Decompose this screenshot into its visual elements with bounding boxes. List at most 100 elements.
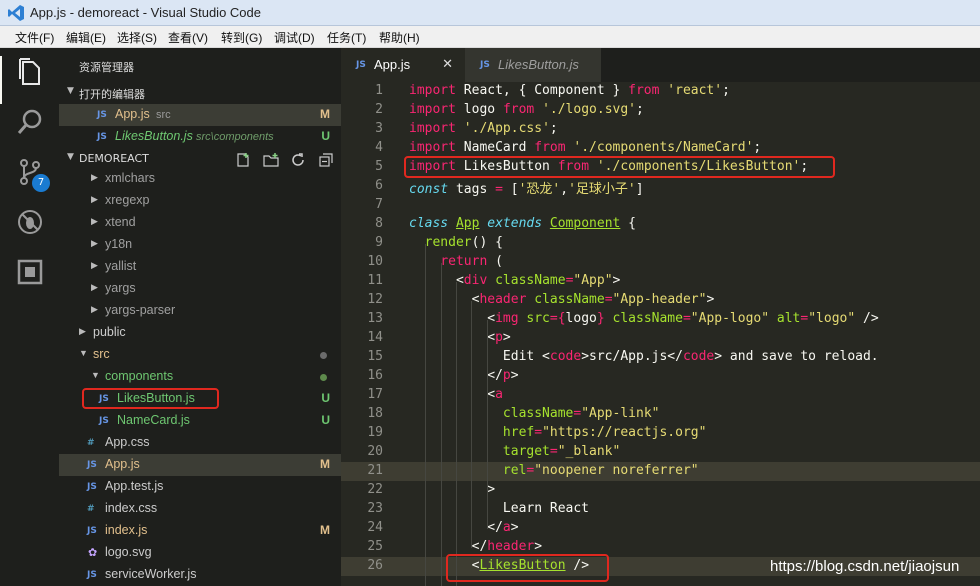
code-token: className bbox=[534, 292, 605, 307]
code-token: = bbox=[534, 425, 543, 440]
code-line[interactable]: 15 Edit <code>src/App.js</code> and save… bbox=[341, 348, 980, 367]
code-line[interactable]: 22 > bbox=[341, 481, 980, 500]
code-token: > bbox=[502, 330, 511, 345]
code-token: './components/NameCard' bbox=[573, 140, 754, 155]
line-number: 20 bbox=[367, 444, 383, 459]
code-text: class App extends Component { bbox=[409, 216, 636, 231]
menu-selection[interactable]: 选择(S) bbox=[117, 29, 157, 46]
code-line[interactable]: 12 <header className="App-header"> bbox=[341, 291, 980, 310]
code-line[interactable]: 17 <a bbox=[341, 386, 980, 405]
git-status-modified: M bbox=[320, 457, 330, 471]
code-token: ; bbox=[636, 102, 644, 117]
code-line[interactable]: 14 <p> bbox=[341, 329, 980, 348]
code-line[interactable]: 23 Learn React bbox=[341, 500, 980, 519]
open-editor-item[interactable]: JS LikesButton.js src\components U bbox=[59, 126, 341, 148]
close-icon[interactable]: ✕ bbox=[442, 56, 453, 72]
tree-item-folder[interactable]: ▶ yargs bbox=[59, 278, 341, 300]
menu-edit[interactable]: 编辑(E) bbox=[66, 29, 106, 46]
code-token: ; bbox=[722, 83, 730, 98]
code-token: ] bbox=[635, 182, 644, 197]
menu-file[interactable]: 文件(F) bbox=[15, 29, 54, 46]
refresh-icon[interactable] bbox=[290, 152, 306, 168]
code-token: extends bbox=[487, 216, 543, 231]
menu-tasks[interactable]: 任务(T) bbox=[327, 29, 366, 46]
code-line[interactable]: 16 </p> bbox=[341, 367, 980, 386]
js-file-icon: JS bbox=[356, 60, 366, 70]
code-line[interactable]: 8 class App extends Component { bbox=[341, 215, 980, 234]
code-line[interactable]: 20 target="_blank" bbox=[341, 443, 980, 462]
code-line[interactable]: 25 </header> bbox=[341, 538, 980, 557]
debug-icon[interactable] bbox=[14, 206, 46, 238]
code-line[interactable]: 9 render() { bbox=[341, 234, 980, 253]
tab-app-js[interactable]: JS App.js ✕ bbox=[341, 48, 465, 82]
code-line[interactable]: 1 import React, { Component } from 'react… bbox=[341, 82, 980, 101]
menu-go[interactable]: 转到(G) bbox=[221, 29, 262, 46]
code-token: > bbox=[706, 292, 715, 307]
git-status-untracked: U bbox=[321, 391, 330, 405]
tree-item-file[interactable]: # index.css bbox=[59, 498, 341, 520]
code-token: Learn React bbox=[409, 501, 590, 516]
collapse-all-icon[interactable] bbox=[318, 152, 334, 168]
code-line[interactable]: 2 import logo from './logo.svg'; bbox=[341, 101, 980, 120]
code-line[interactable]: 3 import './App.css'; bbox=[341, 120, 980, 139]
highlight-box bbox=[446, 554, 609, 582]
code-line[interactable]: 11 <div className="App"> bbox=[341, 272, 980, 291]
line-number: 15 bbox=[367, 349, 383, 364]
code-text: import React, { Component } from 'react'… bbox=[409, 83, 730, 98]
tree-item-file[interactable]: JS App.js M bbox=[59, 454, 341, 476]
code-line[interactable]: 10 return ( bbox=[341, 253, 980, 272]
code-token: Component bbox=[549, 216, 621, 231]
menu-view[interactable]: 查看(V) bbox=[168, 29, 208, 46]
tree-item-folder-public[interactable]: ▶ public bbox=[59, 322, 341, 344]
tree-item-folder[interactable]: ▶ yargs-parser bbox=[59, 300, 341, 322]
code-token: NameCard bbox=[455, 140, 535, 155]
code-line[interactable]: 24 </a> bbox=[341, 519, 980, 538]
code-text: import NameCard from './components/NameC… bbox=[409, 140, 761, 155]
menu-debug[interactable]: 调试(D) bbox=[274, 29, 315, 46]
tree-item-folder[interactable]: ▶ xmlchars bbox=[59, 168, 341, 190]
open-editors-label: 打开的编辑器 bbox=[79, 88, 145, 101]
code-line[interactable]: 6 const tags = ['恐龙','足球小子'] bbox=[341, 177, 980, 197]
extensions-icon[interactable] bbox=[14, 256, 46, 288]
tree-item-folder[interactable]: ▶ xregexp bbox=[59, 190, 341, 212]
tree-item-folder-components[interactable]: ▼ components bbox=[59, 366, 341, 388]
indent-guide bbox=[471, 301, 472, 548]
open-editors-header[interactable]: ▼ 打开的编辑器 bbox=[59, 82, 341, 104]
tree-item-file[interactable]: ✿ logo.svg bbox=[59, 542, 341, 564]
tree-item-file[interactable]: JS serviceWorker.js bbox=[59, 564, 341, 586]
new-folder-icon[interactable] bbox=[263, 152, 279, 168]
tree-item-folder[interactable]: ▶ yallist bbox=[59, 256, 341, 278]
code-token: const bbox=[409, 182, 449, 197]
tree-item-folder[interactable]: ▶ y18n bbox=[59, 234, 341, 256]
menu-help[interactable]: 帮助(H) bbox=[379, 29, 420, 46]
window-title: App.js - demoreact - Visual Studio Code bbox=[30, 5, 261, 20]
open-editor-item[interactable]: JS App.js src M bbox=[59, 104, 341, 126]
code-token: logo bbox=[455, 102, 503, 117]
explorer-icon[interactable] bbox=[14, 56, 46, 88]
line-number: 19 bbox=[367, 425, 383, 440]
project-header[interactable]: ▼ DEMOREACT bbox=[59, 148, 341, 170]
tree-item-file[interactable]: # App.css bbox=[59, 432, 341, 454]
code-line[interactable]: 7 bbox=[341, 196, 980, 215]
code-token: ; bbox=[753, 140, 762, 155]
tab-likesbutton-js[interactable]: JS LikesButton.js bbox=[465, 48, 601, 82]
code-token: > bbox=[409, 482, 496, 497]
code-token: " bbox=[542, 425, 550, 440]
tree-item-folder[interactable]: ▶ xtend bbox=[59, 212, 341, 234]
code-line[interactable]: 13 <img src={logo} className="App-logo" … bbox=[341, 310, 980, 329]
tree-item-file[interactable]: JS NameCard.js U bbox=[59, 410, 341, 432]
git-status-modified: M bbox=[320, 107, 330, 121]
new-file-icon[interactable] bbox=[235, 152, 251, 168]
code-line[interactable]: 21 rel="noopener noreferrer" bbox=[341, 462, 980, 481]
tree-item-label: yallist bbox=[105, 259, 137, 273]
search-icon[interactable] bbox=[14, 106, 46, 138]
tree-item-file[interactable]: JS index.js M bbox=[59, 520, 341, 542]
code-token: [ bbox=[502, 182, 519, 197]
code-line[interactable]: 18 className="App-link" bbox=[341, 405, 980, 424]
code-token: img bbox=[495, 311, 519, 326]
tree-item-file[interactable]: JS App.test.js bbox=[59, 476, 341, 498]
line-number: 2 bbox=[375, 102, 383, 117]
code-line[interactable]: 19 href="https://reactjs.org" bbox=[341, 424, 980, 443]
tree-item-folder-src[interactable]: ▼ src bbox=[59, 344, 341, 366]
line-number: 23 bbox=[367, 501, 383, 516]
